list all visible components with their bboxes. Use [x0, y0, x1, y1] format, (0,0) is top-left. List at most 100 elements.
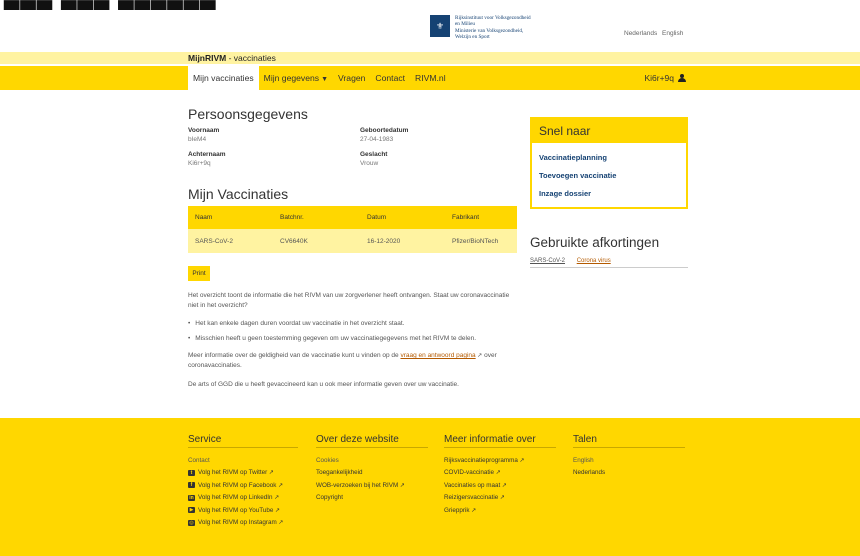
quick-links-heading: Snel naar [532, 119, 686, 143]
external-link-icon: ↗ [494, 470, 501, 477]
site-title-bar [0, 52, 860, 64]
footer-link-reizigersvaccinatie[interactable]: Reizigersvaccinatie ↗ [444, 492, 556, 505]
footer-link-instagram[interactable]: ◎ Volg het RIVM op Instagram ↗ [188, 517, 298, 530]
government-logo: ⚜ Rijksinstituut voor Volksgezondheid en… [430, 15, 531, 40]
geslacht-value: Vrouw [360, 160, 379, 167]
site-title: MijnRIVM - vaccinaties [188, 53, 276, 63]
footer-link-english[interactable]: English [573, 454, 685, 467]
geboortedatum-value: 27-04-1983 [360, 136, 394, 143]
user-menu[interactable]: Ki6r+9q [644, 66, 686, 90]
user-icon [678, 74, 686, 82]
footer-heading-talen: Talen [573, 434, 685, 448]
nav-item-mijn-gegevens-label: Mijn gegevens [263, 73, 320, 83]
language-link-nederlands[interactable]: Nederlands [624, 30, 657, 37]
external-link-icon: ↗ [272, 495, 280, 502]
footer-heading-meer-info: Meer informatie over [444, 434, 556, 448]
site-name: MijnRIVM [188, 53, 227, 63]
facebook-icon: f [188, 482, 195, 489]
external-link-icon: ↗ [276, 520, 284, 527]
footer-link-rvp-label: Rijksvaccinatieprogramma [444, 456, 518, 464]
achternaam-label: Achternaam [188, 151, 226, 158]
footer-link-wob[interactable]: WOB-verzoeken bij het RIVM ↗ [316, 479, 428, 492]
footer-column-meer-info: Meer informatie over Rijksvaccinatieprog… [444, 434, 556, 517]
footer-heading-service: Service [188, 434, 298, 448]
caret-down-icon: ▼ [321, 76, 329, 83]
footer-link-twitter-label: Volg het RIVM op Twitter [198, 469, 268, 477]
achternaam-value: Ki6r+9q [188, 160, 211, 167]
youtube-icon: ▶ [188, 507, 195, 514]
footer-link-opmaat-label: Vaccinaties op maat [444, 481, 501, 489]
list-item: Misschien heeft u geen toestemming gegev… [188, 334, 518, 344]
cell-batchnr: CV6640K [273, 229, 360, 253]
geboortedatum-label: Geboortedatum [360, 127, 409, 134]
footer-link-contact[interactable]: Contact [188, 454, 298, 467]
external-link-icon: ↗ [398, 482, 405, 489]
footer-link-nederlands[interactable]: Nederlands [573, 467, 685, 480]
nav-item-contact[interactable]: Contact [370, 66, 410, 90]
faq-page-link[interactable]: vraag en antwoord pagina [400, 352, 475, 359]
user-name: Ki6r+9q [644, 73, 674, 83]
bullet-text-consent: Misschien heeft u geen toestemming gegev… [195, 335, 477, 342]
column-header-naam: Naam [188, 206, 273, 229]
quick-links-box: Snel naar Vaccinatieplanning Toevoegen v… [530, 117, 688, 209]
info-paragraph-validity: Meer informatie over de geldigheid van d… [188, 351, 518, 371]
government-emblem-icon: ⚜ [430, 15, 450, 37]
footer-link-wob-label: WOB-verzoeken bij het RIVM [316, 481, 399, 489]
quick-link-toevoegen-vaccinatie[interactable]: Toevoegen vaccinatie [532, 171, 686, 180]
cell-datum: 16-12-2020 [360, 229, 445, 253]
footer-link-facebook[interactable]: f Volg het RIVM op Facebook ↗ [188, 479, 298, 492]
nav-item-vragen[interactable]: Vragen [333, 66, 370, 90]
footer-link-griepprik[interactable]: Griepprik ↗ [444, 504, 556, 517]
voornaam-label: Voornaam [188, 127, 220, 134]
print-button[interactable]: Print [188, 266, 210, 281]
footer-heading-website: Over deze website [316, 434, 428, 448]
footer-column-service: Service Contact t Volg het RIVM op Twitte… [188, 434, 298, 529]
footer-link-copyright[interactable]: Copyright [316, 492, 428, 505]
abbreviations-heading: Gebruikte afkortingen [530, 235, 660, 250]
quick-link-vaccinatieplanning[interactable]: Vaccinatieplanning [532, 153, 686, 162]
footer-column-talen: Talen English Nederlands [573, 434, 685, 479]
table-row: SARS-CoV-2 CV6640K 16-12-2020 Pfizer/Bio… [188, 229, 517, 253]
main-navigation: Mijn vaccinaties Mijn gegevens ▼ Vragen C… [188, 66, 451, 90]
list-item: Het kan enkele dagen duren voordat uw va… [188, 319, 518, 329]
footer-column-website: Over deze website Cookies Toegankelijkhe… [316, 434, 428, 504]
abbreviation-term: SARS-CoV-2 [530, 258, 566, 264]
column-header-datum: Datum [360, 206, 445, 229]
footer-link-contact-label: Contact [188, 456, 210, 464]
footer-link-twitter[interactable]: t Volg het RIVM op Twitter ↗ [188, 467, 298, 480]
geslacht-label: Geslacht [360, 151, 388, 158]
quick-link-inzage-dossier[interactable]: Inzage dossier [532, 189, 686, 198]
cell-fabrikant: Pfizer/BioNTech [445, 229, 517, 253]
footer-link-toegankelijkheid[interactable]: Toegankelijkheid [316, 467, 428, 480]
footer-link-covid-vaccinatie[interactable]: COVID-vaccinatie ↗ [444, 467, 556, 480]
site-subtitle: - vaccinaties [226, 53, 276, 63]
cell-naam: SARS-CoV-2 [188, 229, 273, 253]
nav-item-mijn-gegevens[interactable]: Mijn gegevens ▼ [259, 66, 333, 90]
top-logo-cropped: ▄▄▄ ▄▄▄ ▄▄▄▄▄▄ [0, 0, 260, 10]
nav-item-rivm[interactable]: RIVM.nl [410, 66, 451, 90]
bullet-text-delay: Het kan enkele dagen duren voordat uw va… [195, 320, 405, 327]
instagram-icon: ◎ [188, 519, 195, 526]
external-link-icon: ↗ [273, 507, 281, 514]
footer-link-reizigers-label: Reizigersvaccinatie [444, 494, 499, 502]
footer-link-vaccinaties-op-maat[interactable]: Vaccinaties op maat ↗ [444, 479, 556, 492]
table-header-row: Naam Batchnr. Datum Fabrikant [188, 206, 517, 229]
persoonsgegevens-heading: Persoonsgegevens [188, 106, 308, 122]
footer-link-instagram-label: Volg het RIVM op Instagram [198, 519, 277, 527]
footer-link-facebook-label: Volg het RIVM op Facebook [198, 481, 277, 489]
footer [0, 418, 860, 556]
external-link-icon: ↗ [500, 482, 507, 489]
footer-link-griepprik-label: Griepprik [444, 506, 470, 514]
footer-link-cookies[interactable]: Cookies [316, 454, 428, 467]
language-link-english[interactable]: English [662, 30, 683, 37]
footer-link-linkedin-label: Volg het RIVM op LinkedIn [198, 494, 273, 502]
footer-link-youtube-label: Volg het RIVM op YouTube [198, 506, 274, 514]
footer-link-covid-label: COVID-vaccinatie [444, 469, 495, 477]
footer-link-linkedin[interactable]: in Volg het RIVM op LinkedIn ↗ [188, 492, 298, 505]
footer-link-rijksvaccinatieprogramma[interactable]: Rijksvaccinatieprogramma ↗ [444, 454, 556, 467]
abbreviation-row: SARS-CoV-2 Corona virus [530, 258, 688, 268]
footer-link-youtube[interactable]: ▶ Volg het RIVM op YouTube ↗ [188, 504, 298, 517]
nav-item-mijn-vaccinaties[interactable]: Mijn vaccinaties [188, 66, 259, 90]
external-link-icon: ↗ [276, 482, 284, 489]
voornaam-value: bIeM4 [188, 136, 207, 143]
